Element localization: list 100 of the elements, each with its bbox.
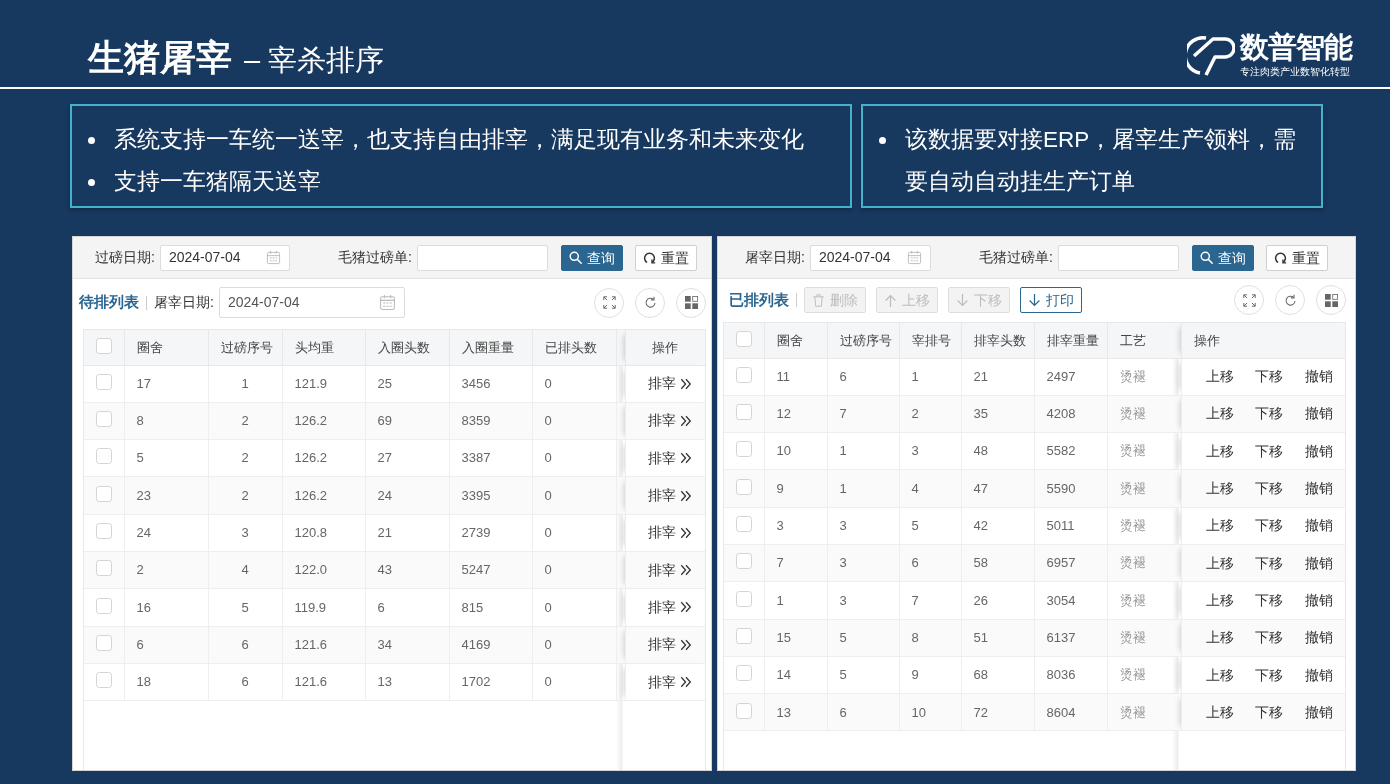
search-button[interactable]: 查询 [1191,244,1254,271]
row-action-link[interactable]: 撤销 [1305,366,1333,388]
row-checkbox[interactable] [735,441,752,458]
table-cell: 6137 [1034,619,1107,657]
row-checkbox[interactable] [735,478,752,495]
row-checkbox[interactable] [735,404,752,421]
table-cell: 69 [365,402,449,440]
row-action-link[interactable]: 下移 [1255,589,1284,611]
row-action-link[interactable]: 下移 [1255,366,1284,388]
row-checkbox[interactable] [95,634,112,651]
row-action-link[interactable]: 撤销 [1305,627,1333,649]
schedule-button[interactable]: 排宰 [647,671,692,693]
refresh-button[interactable] [635,287,665,318]
row-action-link[interactable]: 下移 [1255,440,1284,462]
text-field[interactable] [1057,244,1179,271]
row-action-link[interactable]: 上移 [1205,403,1234,425]
note-text: 该数据要对接ERP，屠宰生产领料，需要自动自动挂生产订单 [905,126,1298,196]
table-cell: 2739 [449,514,532,552]
row-action-link[interactable]: 下移 [1255,701,1284,723]
fullscreen-button[interactable] [594,287,624,318]
column-settings-button[interactable] [676,287,706,318]
table-cell: 7 [899,581,961,620]
column-settings-button[interactable] [1316,285,1346,315]
text-field[interactable] [416,244,548,271]
fullscreen-button[interactable] [1234,285,1264,315]
schedule-button[interactable]: 排宰 [647,447,692,469]
search-icon [568,251,582,264]
row-checkbox[interactable] [95,373,112,390]
print-button[interactable]: 打印 [1020,287,1082,313]
table-cell: 烫褪 [1107,581,1181,620]
row-action-link[interactable]: 上移 [1205,478,1234,500]
row-action-link[interactable]: 下移 [1255,627,1284,649]
table-cell: 122.0 [282,551,365,589]
row-action-link[interactable]: 下移 [1255,478,1284,500]
column-header: 宰排号 [899,323,961,358]
row-checkbox[interactable] [95,560,112,577]
table-cell: 5590 [1034,469,1107,508]
row-checkbox[interactable] [735,553,752,570]
row-checkbox[interactable] [735,516,752,533]
schedule-button[interactable]: 排宰 [647,410,692,432]
row-action-link[interactable]: 撤销 [1305,589,1333,611]
expand-icon [1242,293,1256,307]
row-action-link[interactable]: 上移 [1205,701,1234,723]
row-action-link[interactable]: 上移 [1205,589,1234,611]
row-checkbox[interactable] [735,627,752,644]
row-action-link[interactable]: 下移 [1255,552,1284,574]
schedule-button[interactable]: 排宰 [647,373,692,395]
table-cell: 10 [899,693,961,731]
double-chevron-icon [679,564,692,577]
row-checkbox[interactable] [735,665,752,682]
row-checkbox[interactable] [95,485,112,502]
row-checkbox[interactable] [735,590,752,607]
table-cell: 6 [827,358,899,396]
refresh-button[interactable] [1275,285,1305,315]
row-action-link[interactable]: 撤销 [1305,552,1333,574]
table-cell: 126.2 [282,476,365,515]
schedule-button[interactable]: 排宰 [647,522,692,544]
table-cell: 27 [365,439,449,477]
date-field[interactable]: 2024-07-04 [218,287,405,318]
table-cell: 3395 [449,476,532,515]
row-action-link[interactable]: 下移 [1255,515,1284,537]
table-cell: 9 [764,469,827,508]
row-checkbox[interactable] [95,411,112,428]
refresh-icon [643,296,657,309]
row-action-link[interactable]: 上移 [1205,627,1234,649]
schedule-button[interactable]: 排宰 [647,634,692,656]
date-field[interactable]: 2024-07-04 [809,244,931,271]
row-checkbox[interactable] [95,597,112,614]
row-checkbox[interactable] [95,672,112,689]
table-cell: 0 [532,626,616,664]
row-action-link[interactable]: 下移 [1255,403,1284,425]
schedule-button[interactable]: 排宰 [647,596,692,618]
row-checkbox[interactable] [95,523,112,540]
row-action-link[interactable]: 上移 [1205,366,1234,388]
schedule-button[interactable]: 排宰 [647,485,692,507]
date-field[interactable]: 2024-07-04 [159,244,290,271]
select-all-checkbox[interactable] [95,337,112,354]
row-action-link[interactable]: 撤销 [1305,701,1333,723]
row-action-link[interactable]: 撤销 [1305,440,1333,462]
row-action-link[interactable]: 上移 [1205,515,1234,537]
row-action-link[interactable]: 撤销 [1305,515,1333,537]
table-cell: 48 [961,432,1034,470]
row-action-link[interactable]: 上移 [1205,664,1234,686]
select-all-checkbox[interactable] [735,330,752,347]
table-cell: 6 [208,626,282,664]
schedule-button[interactable]: 排宰 [647,559,692,581]
row-action-link[interactable]: 下移 [1255,664,1284,686]
reset-button[interactable]: 重置 [634,244,697,271]
list-title: 待排列表 [79,292,139,313]
row-action-link[interactable]: 上移 [1205,440,1234,462]
row-action-link[interactable]: 撤销 [1305,403,1333,425]
search-button[interactable]: 查询 [560,244,623,271]
search-icon [1199,251,1213,264]
row-checkbox[interactable] [95,448,112,465]
row-action-link[interactable]: 撤销 [1305,664,1333,686]
row-action-link[interactable]: 上移 [1205,552,1234,574]
reset-button[interactable]: 重置 [1265,244,1328,271]
row-checkbox[interactable] [735,702,752,719]
row-checkbox[interactable] [735,366,752,383]
row-action-link[interactable]: 撤销 [1305,478,1333,500]
